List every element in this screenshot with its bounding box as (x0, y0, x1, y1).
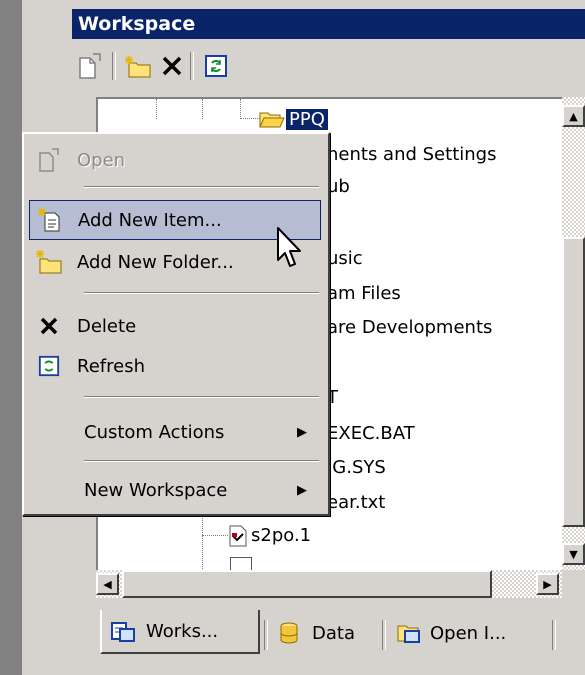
tree-item[interactable]: am Files (324, 279, 404, 309)
menu-item-open[interactable]: Open (29, 140, 321, 180)
tree-item[interactable]: are Developments (324, 313, 495, 343)
delete-button[interactable] (156, 50, 188, 82)
tree-line (202, 535, 228, 536)
arrow-down-icon: ▼ (569, 547, 578, 561)
tab-workspace[interactable]: Works... (100, 610, 260, 654)
open-folder-icon (259, 112, 285, 128)
menu-separator (84, 460, 319, 462)
script-file-icon (229, 525, 247, 547)
tree-line (156, 99, 157, 119)
tab-separator (552, 620, 556, 650)
open-icon (79, 53, 101, 79)
menu-item-label: Add New Item... (78, 209, 222, 231)
vertical-scrollbar[interactable]: ▲ ▼ (562, 97, 585, 575)
delete-icon (40, 317, 58, 335)
panel-title: Workspace (72, 9, 585, 39)
arrow-right-icon: ▶ (543, 577, 552, 591)
menu-item-refresh[interactable]: Refresh (29, 346, 321, 386)
scroll-right-button[interactable]: ▶ (536, 573, 559, 595)
scroll-left-button[interactable]: ◀ (96, 573, 119, 595)
new-folder-button[interactable] (122, 50, 154, 82)
tree-item[interactable]: usic (324, 244, 366, 274)
mouse-cursor-icon (277, 227, 301, 267)
tab-label: Open I... (430, 622, 507, 644)
arrow-left-icon: ◀ (103, 577, 112, 591)
tab-label: Data (312, 622, 355, 644)
menu-item-label: Custom Actions (84, 421, 225, 443)
horizontal-scroll-thumb[interactable] (122, 570, 492, 598)
workspace-tab-icon (111, 622, 135, 642)
submenu-arrow-icon: ▶ (297, 424, 307, 440)
tree-item-label: EXEC.BAT (327, 423, 415, 444)
tree-item-label: PPQ (286, 109, 328, 130)
arrow-up-icon: ▲ (569, 109, 578, 123)
menu-item-label: New Workspace (84, 479, 228, 501)
tree-item-label: nents and Settings (327, 144, 497, 165)
menu-separator (84, 292, 319, 294)
submenu-arrow-icon: ▶ (297, 482, 307, 498)
menu-separator (84, 186, 319, 188)
new-item-icon (38, 208, 60, 232)
tree-item-label: IG.SYS (327, 457, 386, 478)
vertical-scroll-thumb[interactable] (562, 237, 585, 527)
toolbar-separator (112, 52, 116, 80)
toolbar-separator (190, 52, 194, 80)
tree-item[interactable]: nents and Settings (324, 140, 499, 170)
refresh-button[interactable] (200, 50, 232, 82)
scroll-down-button[interactable]: ▼ (562, 543, 585, 565)
menu-item-new-workspace[interactable]: New Workspace ▶ (29, 470, 321, 510)
delete-icon (162, 56, 182, 76)
tree-line (202, 99, 203, 119)
tree-item[interactable]: ear.txt (324, 488, 388, 518)
tree-item-label: usic (327, 248, 363, 269)
tab-open-items[interactable]: Open I... (388, 614, 548, 652)
menu-item-delete[interactable]: Delete (29, 306, 321, 346)
menu-item-label: Refresh (77, 355, 145, 377)
panel-tabs: Works... Data Open I... (96, 606, 585, 658)
tree-item[interactable]: EXEC.BAT (324, 419, 418, 449)
desktop-edge (0, 0, 22, 675)
new-folder-icon (36, 250, 62, 274)
tab-data[interactable]: Data (270, 614, 380, 652)
tab-label: Works... (146, 620, 219, 642)
context-menu: Open Add New Item... Add New Folder... D… (22, 132, 330, 516)
scroll-corner (562, 570, 585, 598)
tree-item-label: am Files (327, 283, 401, 304)
tree-item-label: s2po.1 (251, 525, 312, 546)
scroll-up-button[interactable]: ▲ (562, 105, 585, 127)
open-icon (39, 148, 59, 172)
database-icon (280, 622, 298, 644)
open-button[interactable] (74, 50, 106, 82)
menu-separator (84, 396, 319, 398)
menu-item-label: Delete (77, 315, 137, 337)
tree-line (240, 99, 241, 119)
menu-item-label: Open (77, 149, 126, 171)
horizontal-scrollbar[interactable]: ◀ ▶ (96, 570, 562, 598)
menu-item-label: Add New Folder... (77, 251, 234, 273)
tab-separator (264, 620, 268, 650)
tree-item[interactable]: IG.SYS (324, 453, 389, 483)
tree-line (202, 513, 203, 573)
tree-item[interactable]: PPQ (258, 105, 328, 135)
tree-item-label: are Developments (327, 317, 493, 338)
refresh-icon (38, 355, 60, 377)
refresh-icon (205, 55, 227, 77)
toolbar (72, 44, 585, 88)
tree-item-label: ear.txt (327, 492, 386, 513)
menu-item-custom-actions[interactable]: Custom Actions ▶ (29, 412, 321, 452)
tree-item[interactable]: s2po.1 (228, 521, 314, 551)
new-folder-icon (125, 56, 151, 78)
open-items-icon (397, 625, 420, 643)
tab-separator (382, 620, 386, 650)
